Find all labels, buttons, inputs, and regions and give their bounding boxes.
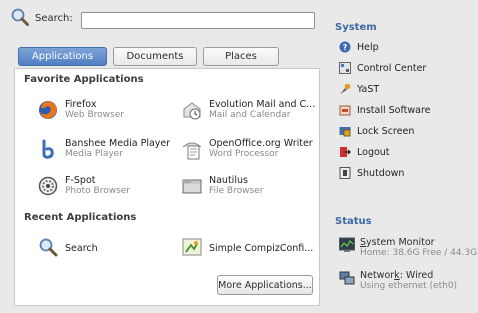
nautilus-icon	[181, 175, 203, 200]
status-item-desc: Home: 38.6G Free / 44.3G	[360, 248, 478, 258]
system-item-lock-screen[interactable]: Lock Screen	[339, 125, 414, 137]
writer-icon	[181, 138, 203, 163]
banshee-icon	[37, 138, 59, 163]
search-icon	[37, 236, 59, 261]
yast-icon	[339, 83, 351, 95]
shutdown-icon	[339, 167, 351, 179]
recent-compiz[interactable]: Simple CompizConfi...	[181, 236, 313, 261]
app-desc: Photo Browser	[65, 186, 131, 196]
status-item-name: Network: Wired	[360, 270, 434, 281]
system-item-label: Help	[357, 41, 379, 53]
search-input[interactable]	[81, 12, 315, 29]
network-icon	[339, 270, 355, 289]
search-row: Search:	[10, 7, 77, 30]
app-desc: File Browser	[209, 186, 264, 196]
system-item-logout[interactable]: Logout	[339, 146, 390, 158]
tab-documents[interactable]: Documents	[113, 47, 197, 66]
system-monitor-icon	[339, 237, 355, 256]
recent-search[interactable]: Search	[37, 236, 98, 261]
system-title: System	[335, 22, 377, 33]
app-evolution[interactable]: Evolution Mail and C... Mail and Calenda…	[181, 99, 315, 124]
system-item-label: Control Center	[357, 62, 427, 74]
install-software-icon	[339, 104, 351, 116]
firefox-icon	[37, 99, 59, 124]
status-network[interactable]: Network: Wired Using ethernet (eth0)	[339, 270, 457, 292]
system-item-label: Lock Screen	[357, 125, 415, 137]
tab-applications[interactable]: Applications	[18, 47, 107, 66]
system-item-control-center[interactable]: Control Center	[339, 62, 426, 74]
status-item-name: System Monitor	[360, 237, 435, 248]
app-name: OpenOffice.org Writer	[209, 138, 313, 149]
help-icon: ?	[339, 41, 351, 53]
fspot-icon	[37, 175, 59, 200]
app-name: Search	[65, 243, 98, 254]
app-name: Nautilus	[209, 175, 248, 186]
app-name: Evolution Mail and C...	[209, 99, 316, 110]
favorite-applications-title: Favorite Applications	[24, 74, 144, 85]
status-title: Status	[335, 216, 372, 227]
recent-applications-title: Recent Applications	[24, 212, 137, 223]
app-name: Banshee Media Player	[65, 138, 171, 149]
app-name: F-Spot	[65, 175, 96, 186]
system-item-help[interactable]: ? Help	[339, 41, 379, 53]
search-label: Search:	[35, 13, 73, 24]
app-name: Firefox	[65, 99, 97, 110]
app-banshee[interactable]: Banshee Media Player Media Player	[37, 138, 170, 163]
app-fspot[interactable]: F-Spot Photo Browser	[37, 175, 130, 200]
system-item-label: Shutdown	[357, 167, 405, 179]
lock-screen-icon	[339, 125, 351, 137]
svg-text:?: ?	[343, 43, 348, 52]
app-firefox[interactable]: Firefox Web Browser	[37, 99, 124, 124]
app-desc: Web Browser	[65, 110, 124, 120]
tab-places[interactable]: Places	[203, 47, 279, 66]
app-nautilus[interactable]: Nautilus File Browser	[181, 175, 263, 200]
control-center-icon	[339, 62, 351, 74]
app-desc: Media Player	[65, 149, 123, 159]
app-writer[interactable]: OpenOffice.org Writer Word Processor	[181, 138, 313, 163]
search-icon	[10, 7, 30, 30]
system-item-shutdown[interactable]: Shutdown	[339, 167, 404, 179]
system-item-label: YaST	[357, 83, 380, 95]
system-item-install-software[interactable]: Install Software	[339, 104, 431, 116]
evolution-icon	[181, 99, 203, 124]
app-name: Simple CompizConfi...	[209, 243, 314, 254]
app-desc: Mail and Calendar	[209, 110, 291, 120]
compiz-icon	[181, 236, 203, 261]
status-system-monitor[interactable]: System Monitor Home: 38.6G Free / 44.3G	[339, 237, 477, 259]
system-item-label: Logout	[357, 146, 390, 158]
more-applications-button[interactable]: More Applications...	[217, 275, 313, 295]
app-desc: Word Processor	[209, 149, 279, 159]
menu-tabs: Applications Documents Places	[18, 47, 279, 66]
system-item-label: Install Software	[357, 104, 431, 116]
status-item-desc: Using ethernet (eth0)	[360, 281, 458, 291]
system-item-yast[interactable]: YaST	[339, 83, 379, 95]
logout-icon	[339, 146, 351, 158]
